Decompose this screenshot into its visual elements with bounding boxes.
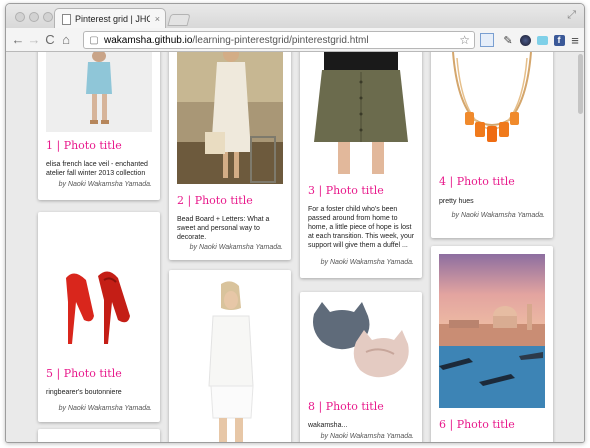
facebook-extension-icon[interactable]: f (552, 33, 566, 47)
page-info-icon[interactable]: ▢ (84, 35, 104, 46)
back-button[interactable]: ← (10, 32, 26, 47)
card-title[interactable]: 1 | Photo title (46, 139, 122, 152)
close-window-button[interactable] (15, 12, 25, 22)
pin-card-3[interactable]: 3 | Photo title For a foster child who's… (300, 52, 422, 278)
card-description: pretty hues (439, 198, 474, 205)
card-title[interactable]: 3 | Photo title (308, 184, 384, 197)
photo-2 (177, 52, 283, 184)
card-title[interactable]: 4 | Photo title (439, 175, 515, 188)
photo-4 (439, 52, 545, 162)
bracket-extension-icon[interactable] (480, 33, 494, 47)
title-bar: Pinterest grid | JHC Study × ⤢ (6, 4, 584, 29)
card-author: by Naoki Wakamsha Yamada. (451, 212, 545, 219)
card-author: by Naoki Wakamsha Yamada. (320, 433, 414, 440)
browser-toolbar: ← → C ⌂ ▢ wakamsha.github.io/learning-pi… (6, 28, 584, 52)
photo-7 (177, 278, 283, 442)
pin-card-6[interactable]: 6 | Photo title (431, 246, 553, 442)
card-description: elisa french lace veil - enchanted ateli… (46, 161, 148, 177)
new-tab-button[interactable] (167, 14, 191, 26)
photo-5 (46, 220, 152, 360)
address-bar[interactable]: ▢ wakamsha.github.io/learning-pinterestg… (83, 31, 475, 49)
photo-1 (46, 52, 152, 132)
scrollbar[interactable] (578, 54, 583, 114)
bookmark-star-icon[interactable]: ☆ (459, 33, 470, 47)
eyedropper-extension-icon[interactable]: ✎ (501, 33, 515, 47)
card-author: by Naoki Wakamsha Yamada. (189, 244, 283, 251)
card-description: Bead Board + Letters: What a sweet and p… (177, 216, 270, 241)
pin-card-7[interactable] (169, 270, 291, 442)
forward-button[interactable]: → (26, 32, 42, 47)
card-title[interactable]: 2 | Photo title (177, 194, 253, 207)
card-title[interactable]: 5 | Photo title (46, 367, 122, 380)
photo-6 (439, 254, 545, 408)
card-author: by Naoki Wakamsha Yamada. (58, 405, 152, 412)
card-description: ringbearer's boutonniere (46, 389, 122, 396)
card-description: For a foster child who's been passed aro… (308, 206, 415, 249)
pin-card-5[interactable]: 5 | Photo title ringbearer's boutonniere… (38, 212, 160, 422)
pin-card-1[interactable]: 1 | Photo title elisa french lace veil -… (38, 52, 160, 200)
photo-8 (308, 300, 414, 392)
page-content: 1 | Photo title elisa french lace veil -… (6, 52, 584, 442)
card-description: wakamsha... (308, 422, 348, 429)
zoom-window-button[interactable] (43, 12, 53, 22)
home-button[interactable]: ⌂ (58, 32, 74, 47)
pin-card-2[interactable]: 2 | Photo title Bead Board + Letters: Wh… (169, 52, 291, 260)
browser-tab[interactable]: Pinterest grid | JHC Study × (54, 8, 166, 29)
fullscreen-icon[interactable]: ⤢ (567, 9, 576, 22)
page-icon (62, 13, 71, 25)
photo-3 (308, 52, 414, 174)
browser-window: Pinterest grid | JHC Study × ⤢ ← → C ⌂ ▢… (5, 3, 585, 443)
pin-card-8[interactable]: 8 | Photo title wakamsha... by Naoki Wak… (300, 292, 422, 442)
tab-title: Pinterest grid | JHC Study (75, 14, 150, 24)
tab-close-icon[interactable]: × (155, 14, 160, 24)
globe-extension-icon[interactable] (518, 33, 532, 47)
card-author: by Naoki Wakamsha Yamada. (320, 259, 414, 266)
url-text: wakamsha.github.io/learning-pinterestgri… (104, 34, 369, 46)
pin-card-4[interactable]: 4 | Photo title pretty hues by Naoki Wak… (431, 52, 553, 238)
card-author: by Naoki Wakamsha Yamada. (58, 181, 152, 188)
reload-button[interactable]: C (42, 32, 58, 47)
card-title[interactable]: 8 | Photo title (308, 400, 384, 413)
menu-icon[interactable]: ≡ (568, 33, 582, 48)
card-title[interactable]: 6 | Photo title (439, 418, 515, 431)
minimize-window-button[interactable] (29, 12, 39, 22)
chat-extension-icon[interactable] (535, 33, 549, 47)
pin-card-next[interactable] (38, 429, 160, 442)
